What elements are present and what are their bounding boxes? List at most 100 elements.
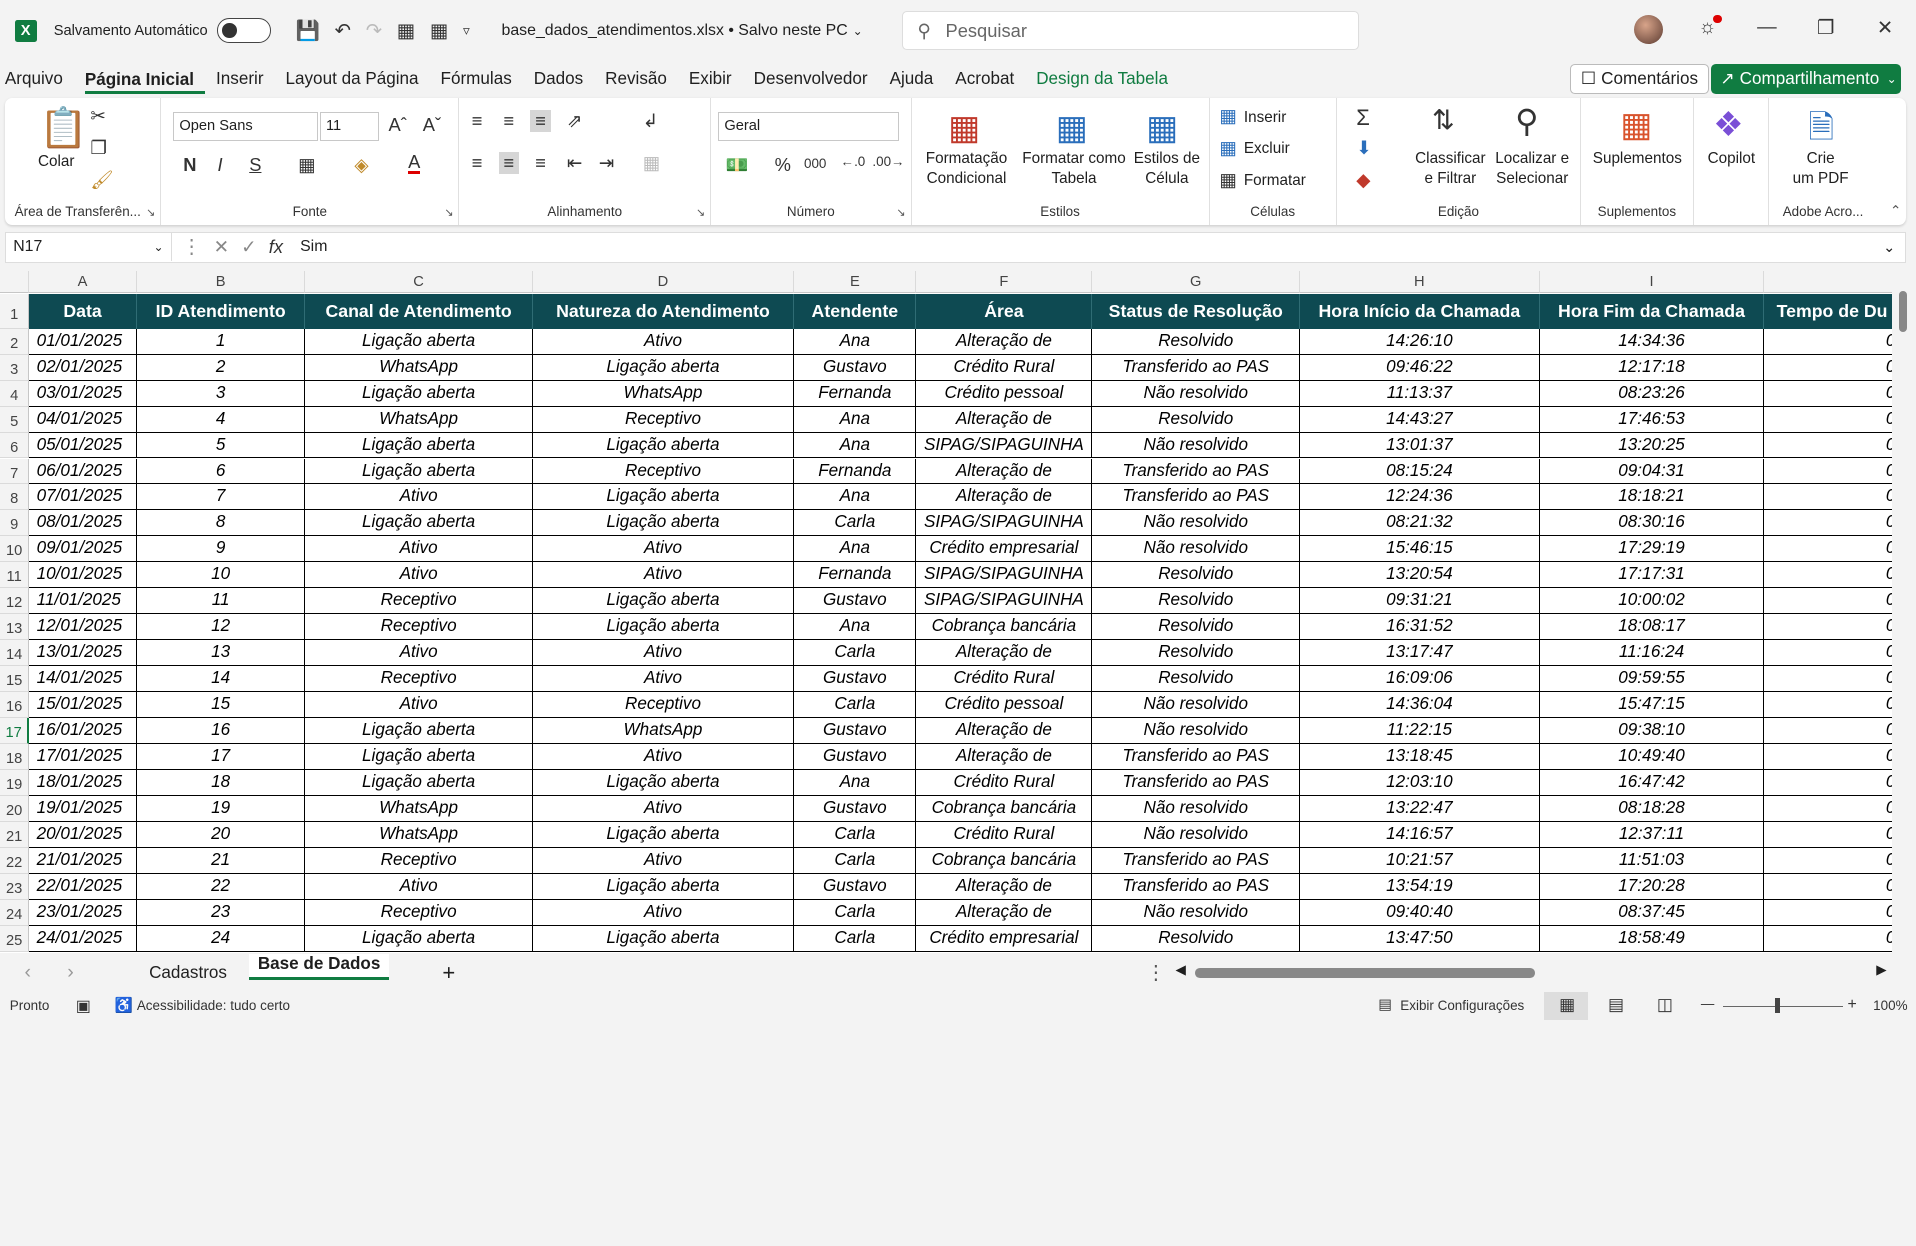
table-cell[interactable]: 09:59:55 (1539, 666, 1765, 693)
table-cell[interactable]: 12 (136, 614, 306, 641)
conditional-format-icon[interactable]: ▦ (948, 108, 980, 148)
table-cell[interactable]: 08:37:45 (1539, 899, 1765, 926)
table-cell[interactable]: 16/01/2025 (29, 718, 137, 745)
table-cell[interactable]: 0 (1764, 510, 1892, 537)
normal-view-icon[interactable]: ▦ (1559, 995, 1575, 1015)
table-cell[interactable]: 07/01/2025 (29, 484, 137, 511)
table-cell[interactable]: 4 (136, 406, 306, 433)
zoom-out-icon[interactable]: — (1701, 996, 1714, 1011)
row-header[interactable]: 4 (0, 380, 30, 407)
find-select-button[interactable]: Localizar e Selecionar (1488, 149, 1576, 188)
row-header[interactable]: 12 (0, 588, 30, 615)
table-cell[interactable]: 09/01/2025 (29, 536, 137, 563)
table-cell[interactable]: 0 (1764, 614, 1892, 641)
column-header-I[interactable]: I (1539, 271, 1765, 294)
sort-filter-icon[interactable]: ⇅ (1432, 105, 1455, 136)
table-cell[interactable]: 15 (136, 692, 306, 719)
table-cell[interactable]: 22 (136, 873, 306, 900)
table-cell[interactable]: 0 (1764, 640, 1892, 667)
table-cell[interactable]: Resolvido (1092, 614, 1301, 641)
table-cell[interactable]: 16 (136, 718, 306, 745)
table-header-cell[interactable]: Área (916, 294, 1093, 329)
table-cell[interactable]: 09:46:22 (1300, 354, 1540, 381)
table-cell[interactable]: 13:18:45 (1300, 744, 1540, 771)
table-cell[interactable]: Ana (794, 406, 917, 433)
table-cell[interactable]: Ligação aberta (532, 484, 795, 511)
table-cell[interactable]: 09:40:40 (1300, 899, 1540, 926)
grow-font-icon[interactable]: Aˆ (389, 114, 407, 136)
table-cell[interactable]: Alteração de (916, 484, 1093, 511)
increase-indent-icon[interactable]: ⇥ (599, 152, 614, 174)
table-cell[interactable]: Gustavo (794, 744, 917, 771)
row-header[interactable]: 2 (0, 328, 30, 355)
table-cell[interactable]: Fernanda (794, 458, 917, 485)
table-cell[interactable]: 24 (136, 925, 306, 952)
row-header[interactable]: 5 (0, 406, 30, 433)
customize-qat-icon[interactable]: ▿ (463, 23, 470, 39)
table-cell[interactable]: Ana (794, 432, 917, 459)
table-cell[interactable]: Ligação aberta (305, 380, 533, 407)
minimize-icon[interactable]: — (1757, 16, 1777, 39)
table-cell[interactable]: Não resolvido (1092, 536, 1301, 563)
table-cell[interactable]: 12:24:36 (1300, 484, 1540, 511)
column-header-G[interactable]: G (1092, 271, 1301, 294)
table-cell[interactable]: 0 (1764, 666, 1892, 693)
table-cell[interactable]: 08:21:32 (1300, 510, 1540, 537)
table-cell[interactable]: Não resolvido (1092, 432, 1301, 459)
table-cell[interactable]: 21 (136, 847, 306, 874)
italic-button[interactable]: I (217, 154, 222, 176)
merge-center-icon[interactable]: ▦ (643, 152, 660, 174)
table-cell[interactable]: Resolvido (1092, 562, 1301, 589)
table-cell[interactable]: 17:17:31 (1539, 562, 1765, 589)
clipboard-launcher-icon[interactable]: ↘ (146, 206, 155, 219)
table-cell[interactable]: Ligação aberta (305, 770, 533, 797)
table-cell[interactable]: 17 (136, 744, 306, 771)
number-launcher-icon[interactable]: ↘ (896, 206, 905, 219)
zoom-slider-thumb[interactable] (1775, 998, 1781, 1013)
addins-icon[interactable]: ▦ (1620, 105, 1652, 145)
table-cell[interactable]: Carla (794, 822, 917, 848)
column-header-A[interactable]: A (29, 271, 137, 294)
table-cell[interactable]: Carla (794, 692, 917, 719)
table-cell[interactable]: Ativo (305, 692, 533, 719)
sheet-options-icon[interactable]: ⋮ (1146, 961, 1166, 985)
comma-style-icon[interactable]: 000 (804, 156, 826, 171)
row-header[interactable]: 18 (0, 744, 30, 771)
font-launcher-icon[interactable]: ↘ (444, 206, 453, 219)
table-cell[interactable]: Ligação aberta (305, 925, 533, 952)
tab-design-da-tabela[interactable]: Design da Tabela (1036, 69, 1179, 89)
table-cell[interactable]: Ligação aberta (532, 614, 795, 641)
table-cell[interactable]: 17:46:53 (1539, 406, 1765, 433)
table-cell[interactable]: 13:01:37 (1300, 432, 1540, 459)
table-cell[interactable]: Ativo (532, 562, 795, 589)
insert-cells-icon[interactable]: ▦ (1219, 105, 1236, 127)
copilot-icon[interactable]: ❖ (1713, 105, 1744, 145)
table-cell[interactable]: Ligação aberta (532, 770, 795, 797)
table-cell[interactable]: WhatsApp (305, 406, 533, 433)
table-header-cell[interactable]: Hora Fim da Chamada (1539, 294, 1765, 329)
tab-desenvolvedor[interactable]: Desenvolvedor (754, 69, 879, 89)
table-cell[interactable]: 0 (1764, 692, 1892, 719)
shrink-font-icon[interactable]: Aˇ (423, 114, 441, 136)
table-cell[interactable]: 22/01/2025 (29, 873, 137, 900)
table-cell[interactable]: Alteração de (916, 640, 1093, 667)
accessibility-icon[interactable]: ♿ (115, 996, 133, 1014)
table-cell[interactable]: Não resolvido (1092, 692, 1301, 719)
macro-record-icon[interactable]: ▣ (76, 996, 91, 1016)
column-header-partial[interactable] (1764, 271, 1892, 294)
table-cell[interactable]: 09:38:10 (1539, 718, 1765, 745)
table-cell[interactable]: 13:20:25 (1539, 432, 1765, 459)
table-cell[interactable]: 14 (136, 666, 306, 693)
table-cell[interactable]: 10 (136, 562, 306, 589)
document-title[interactable]: base_dados_atendimentos.xlsx • Salvo nes… (502, 22, 848, 40)
table-cell[interactable]: Alteração de (916, 744, 1093, 771)
table-cell[interactable]: 08:15:24 (1300, 458, 1540, 485)
percent-icon[interactable]: % (775, 154, 791, 176)
table-cell[interactable]: Carla (794, 847, 917, 874)
table-cell[interactable]: Alteração de (916, 899, 1093, 926)
table-cell[interactable]: 20 (136, 822, 306, 848)
table-cell[interactable]: Ligação aberta (305, 510, 533, 537)
vertical-scrollbar[interactable] (1891, 271, 1916, 954)
table-cell[interactable]: 23 (136, 899, 306, 926)
row-header[interactable]: 7 (0, 458, 30, 485)
